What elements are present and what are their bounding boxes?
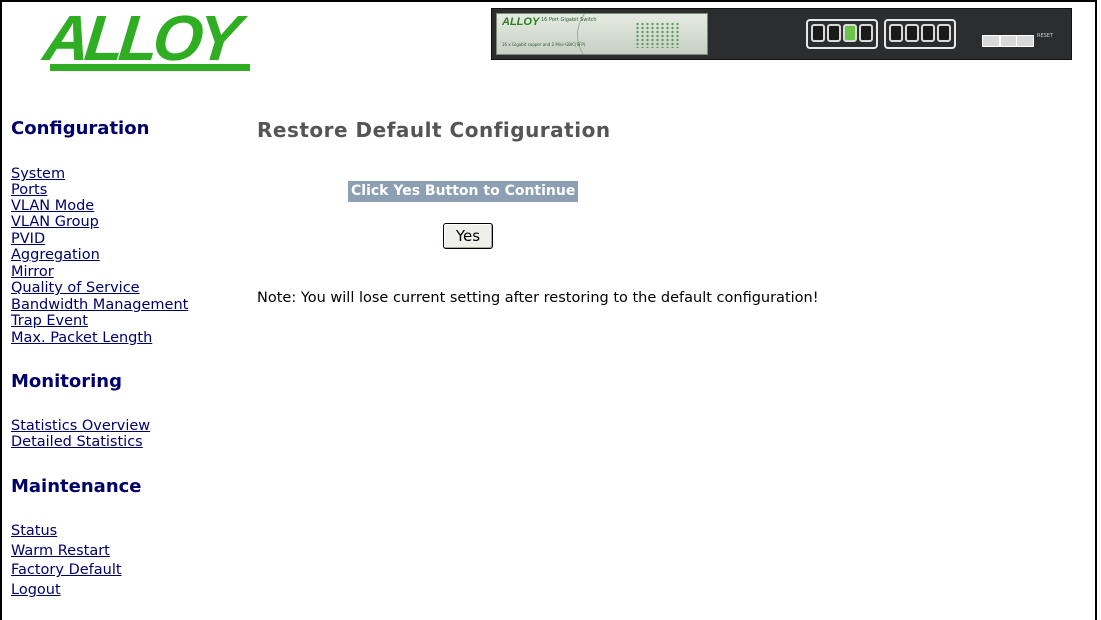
- instruction-banner: Click Yes Button to Continue: [348, 181, 579, 202]
- ethernet-port: [859, 24, 873, 42]
- nav-link-trap-event[interactable]: Trap Event: [11, 313, 88, 329]
- page-title: Restore Default Configuration: [257, 118, 611, 142]
- switch-front-panel: ALLOY 16 Port Gigabit Switch 16 x Gigabi…: [496, 13, 708, 55]
- nav-link-vlan-mode[interactable]: VLAN Mode: [11, 198, 94, 214]
- device-brand-label: ALLOY: [502, 16, 540, 28]
- nav-link-ports[interactable]: Ports: [11, 182, 47, 198]
- nav-link-status[interactable]: Status: [11, 523, 57, 539]
- port-group-2: [884, 19, 956, 49]
- switch-product-image: ALLOY 16 Port Gigabit Switch 16 x Gigabi…: [491, 8, 1072, 60]
- alloy-logo: ALLOY: [40, 2, 250, 74]
- warning-note: Note: You will lose current setting afte…: [257, 290, 819, 306]
- ethernet-port: [811, 24, 825, 42]
- nav-link-vlan-group[interactable]: VLAN Group: [11, 214, 99, 230]
- ethernet-port: [921, 24, 935, 42]
- nav-link-logout[interactable]: Logout: [11, 582, 61, 598]
- led-panel: [635, 22, 681, 48]
- nav-link-system[interactable]: System: [11, 166, 65, 182]
- ethernet-port: [937, 24, 951, 42]
- nav-link-aggregation[interactable]: Aggregation: [11, 247, 100, 263]
- section-title-monitoring: Monitoring: [11, 371, 122, 392]
- nav-link-detailed-statistics[interactable]: Detailed Statistics: [11, 434, 143, 450]
- logo-text: ALLOY: [40, 2, 240, 74]
- ethernet-port: [843, 24, 857, 42]
- nav-link-bandwidth-management[interactable]: Bandwidth Management: [11, 297, 188, 313]
- ethernet-ports: [806, 19, 956, 49]
- nav-link-warm-restart[interactable]: Warm Restart: [11, 543, 110, 559]
- sfp-port: [982, 35, 1000, 47]
- device-model-label: 16 Port Gigabit Switch: [541, 17, 597, 23]
- reset-label: RESET: [1037, 33, 1054, 39]
- section-title-maintenance: Maintenance: [11, 476, 142, 497]
- nav-link-statistics-overview[interactable]: Statistics Overview: [11, 418, 150, 434]
- nav-link-max-packet-length[interactable]: Max. Packet Length: [11, 330, 152, 346]
- ethernet-port: [905, 24, 919, 42]
- sfp-port: [1016, 35, 1034, 47]
- device-sub-label: 16 x Gigabit copper and 2 Mini-GBIC(SFP): [502, 42, 586, 47]
- nav-link-factory-default[interactable]: Factory Default: [11, 562, 122, 578]
- nav-link-pvid[interactable]: PVID: [11, 231, 45, 247]
- logo-underline: [50, 64, 250, 71]
- port-group-1: [806, 19, 878, 49]
- nav-link-mirror[interactable]: Mirror: [11, 264, 54, 280]
- yes-button[interactable]: Yes: [443, 223, 493, 249]
- ethernet-port: [827, 24, 841, 42]
- nav-link-quality-of-service[interactable]: Quality of Service: [11, 280, 140, 296]
- ethernet-port: [889, 24, 903, 42]
- section-title-configuration: Configuration: [11, 118, 150, 139]
